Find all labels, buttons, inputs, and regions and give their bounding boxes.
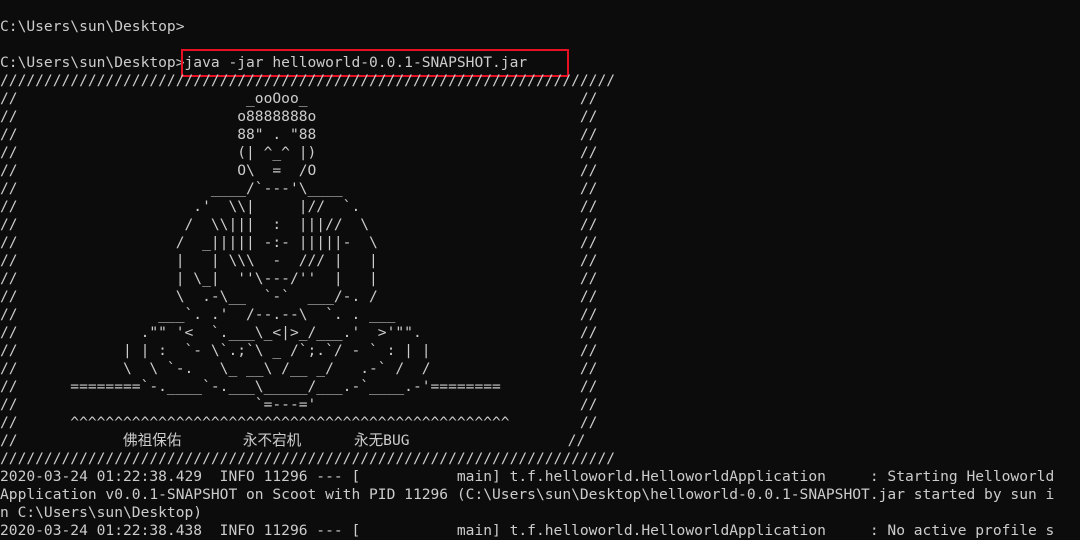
banner-line: ////////////////////////////////////////… (0, 72, 616, 89)
banner-line: // ___`. .' /--.--\ `. . ___ // (0, 306, 598, 323)
banner-line: // / _||||| -:- |||||- \ // (0, 234, 598, 251)
banner-line: // O\ = /O // (0, 162, 598, 179)
banner-line: // \ \ `-. \_ __\ /__ _/ .-` / / // (0, 360, 598, 377)
banner-line: // | | \\\ - /// | | // (0, 252, 598, 269)
banner-line: // \ .-\__ `-` ___/-. / // (0, 288, 598, 305)
banner-line: // ^^^^^^^^^^^^^^^^^^^^^^^^^^^^^^^^^^^^^… (0, 414, 598, 431)
log-line: n C:\Users\sun\Desktop) (0, 504, 203, 521)
banner-line: // .' \\| |// `. // (0, 198, 598, 215)
log-line: Application v0.0.1-SNAPSHOT on Scoot wit… (0, 486, 1055, 503)
banner-line: // (| ^_^ |) // (0, 144, 598, 161)
prompt-line: C:\Users\sun\Desktop> (0, 18, 185, 35)
banner-line: ////////////////////////////////////////… (0, 450, 616, 467)
banner-line: // ____/`---'\____ // (0, 180, 598, 197)
banner-line: // / \\||| : |||// \ // (0, 216, 598, 233)
banner-line: // o8888888o // (0, 108, 598, 125)
log-line: 2020-03-24 01:22:38.438 INFO 11296 --- [… (0, 522, 1055, 539)
banner-line: // 88" . "88 // (0, 126, 598, 143)
banner-line: // | \_| ''\---/'' | | // (0, 270, 598, 287)
banner-line: // ========`-.____`-.___\_____/___.-`___… (0, 378, 598, 395)
banner-line: // 佛祖保佑 永不宕机 永无BUG // (0, 432, 586, 449)
banner-line: // | | : `- \`.;`\ _ /`;.`/ - ` : | | // (0, 342, 598, 359)
terminal-window[interactable]: C:\Users\sun\Desktop> C:\Users\sun\Deskt… (0, 0, 1080, 540)
banner-line: // `=---=' // (0, 396, 598, 413)
log-line: 2020-03-24 01:22:38.429 INFO 11296 --- [… (0, 468, 1055, 485)
banner-line: // ."" '< `.___\_<|>_/___.' >'"". // (0, 324, 598, 341)
banner-line: // _ooOoo_ // (0, 90, 598, 107)
